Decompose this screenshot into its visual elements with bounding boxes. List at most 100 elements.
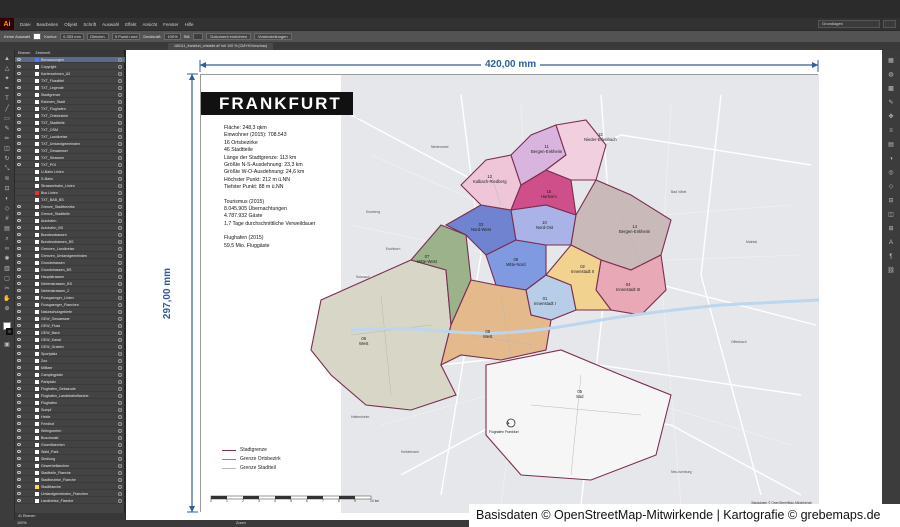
layer-target-icon[interactable] [118, 121, 122, 125]
direct-selection-tool-icon[interactable]: △ [3, 66, 11, 72]
layer-target-icon[interactable] [118, 275, 122, 279]
eye-icon[interactable] [17, 170, 21, 173]
artboard-tool-icon[interactable]: ▢ [3, 276, 11, 282]
eye-icon[interactable] [17, 184, 21, 187]
layer-target-icon[interactable] [118, 65, 122, 69]
width-tool-icon[interactable]: ≋ [3, 176, 11, 182]
layer-target-icon[interactable] [118, 135, 122, 139]
layer-row[interactable]: Bundesstrassen [15, 232, 125, 238]
eye-icon[interactable] [17, 198, 21, 201]
search-icon[interactable] [883, 20, 896, 28]
layer-target-icon[interactable] [118, 247, 122, 251]
eye-icon[interactable] [17, 58, 21, 61]
layer-row[interactable]: TXT_BAB_BS [15, 197, 125, 203]
menu-objekt[interactable]: Objekt [64, 22, 77, 27]
layer-row[interactable]: Campingplatz [15, 372, 125, 378]
tab-zeichenflaechen[interactable]: Zeichenfl. [35, 50, 51, 57]
layer-target-icon[interactable] [118, 338, 122, 342]
layer-row[interactable]: TXT_Flughafen [15, 106, 125, 112]
layer-target-icon[interactable] [118, 366, 122, 370]
layer-target-icon[interactable] [118, 408, 122, 412]
layer-target-icon[interactable] [118, 478, 122, 482]
layer-target-icon[interactable] [118, 415, 122, 419]
layer-target-icon[interactable] [118, 310, 122, 314]
layer-row[interactable]: Grenzen_Landkreise [15, 246, 125, 252]
style-select[interactable] [193, 33, 204, 40]
magic-wand-tool-icon[interactable]: ✦ [3, 76, 11, 82]
layer-row[interactable]: TXT_Stadtteile [15, 120, 125, 126]
rotate-tool-icon[interactable]: ↻ [3, 156, 11, 162]
layer-row[interactable]: Umlandgemeinden_Flaechen [15, 491, 125, 497]
eye-icon[interactable] [17, 219, 21, 222]
layer-target-icon[interactable] [118, 464, 122, 468]
layer-row[interactable]: Heide [15, 414, 125, 420]
layer-row[interactable]: Copyright [15, 64, 125, 70]
layer-target-icon[interactable] [118, 58, 122, 62]
layer-target-icon[interactable] [118, 485, 122, 489]
layer-target-icon[interactable] [118, 422, 122, 426]
layer-row[interactable]: TXT_Ortsbezirke [15, 113, 125, 119]
eye-icon[interactable] [17, 177, 21, 180]
layer-row[interactable]: Grundstrassen [15, 260, 125, 266]
eye-icon[interactable] [17, 121, 21, 124]
layer-row[interactable]: Kartenrahmen_A3 [15, 71, 125, 77]
layer-target-icon[interactable] [118, 100, 122, 104]
layer-row[interactable]: Militaer [15, 365, 125, 371]
layer-row[interactable]: Nebenstrassen_2 [15, 288, 125, 294]
layer-row[interactable]: Autobahn [15, 218, 125, 224]
color-icon[interactable]: ◍ [887, 72, 895, 79]
layer-target-icon[interactable] [118, 142, 122, 146]
eye-icon[interactable] [17, 422, 21, 425]
eye-icon[interactable] [17, 282, 21, 285]
layer-target-icon[interactable] [118, 436, 122, 440]
layer-target-icon[interactable] [118, 359, 122, 363]
eye-icon[interactable] [17, 366, 21, 369]
menu-effekt[interactable]: Effekt [125, 22, 136, 27]
eye-icon[interactable] [17, 338, 21, 341]
layer-target-icon[interactable] [118, 499, 122, 503]
eye-icon[interactable] [17, 142, 21, 145]
layer-row[interactable]: GEW_Bach [15, 330, 125, 336]
layer-target-icon[interactable] [118, 317, 122, 321]
layer-row[interactable]: GEW_Graben [15, 344, 125, 350]
layer-target-icon[interactable] [118, 429, 122, 433]
pencil-tool-icon[interactable]: ✏ [3, 136, 11, 142]
layer-target-icon[interactable] [118, 380, 122, 384]
layer-row[interactable]: Strassenbahn_Linien [15, 183, 125, 189]
document-setup-button[interactable]: Dokument einrichten [206, 33, 252, 40]
shape-builder-tool-icon[interactable]: ◐ [3, 196, 11, 202]
layer-row[interactable]: Hauptstrassen [15, 274, 125, 280]
layer-row[interactable]: Flughafen_Landebahnflaeche [15, 393, 125, 399]
layer-row[interactable]: GEW_Kanal [15, 337, 125, 343]
layer-target-icon[interactable] [118, 401, 122, 405]
eyedropper-tool-icon[interactable]: ⌕ [3, 236, 11, 242]
eye-icon[interactable] [17, 408, 21, 411]
layer-row[interactable]: TXT_Strassen [15, 155, 125, 161]
artboard[interactable]: ✈ FRANKFURT Fläche: 248,3 qkm Einwohner (… [200, 74, 819, 513]
eye-icon[interactable] [17, 226, 21, 229]
stroke-width-input[interactable]: 0,353 mm [60, 33, 84, 40]
screen-mode-icon[interactable]: ▣ [3, 342, 11, 348]
selection-tool-icon[interactable]: ▲ [3, 56, 11, 62]
paragraph-icon[interactable]: ¶ [887, 254, 895, 261]
menu-fenster[interactable]: Fenster [163, 22, 178, 27]
free-transform-tool-icon[interactable]: ⊡ [3, 186, 11, 192]
eye-icon[interactable] [17, 499, 21, 502]
pathfinder-icon[interactable]: ◫ [887, 212, 895, 219]
layer-row[interactable]: U-Bahn Linien [15, 169, 125, 175]
layer-row[interactable]: Sportplatz [15, 351, 125, 357]
layer-target-icon[interactable] [118, 268, 122, 272]
layer-row[interactable]: TXT_Gewaesser [15, 148, 125, 154]
scale-tool-icon[interactable]: ⤡ [3, 166, 11, 172]
layer-row[interactable]: Grundstrassen_BS [15, 267, 125, 273]
eye-icon[interactable] [17, 310, 21, 313]
eye-icon[interactable] [17, 268, 21, 271]
canvas[interactable]: 420,00 mm 297,00 mm ✈ FRANKFURT Fläche: … [126, 50, 882, 520]
workspace-switcher[interactable]: Grundlagen [818, 20, 880, 28]
layer-target-icon[interactable] [118, 163, 122, 167]
eye-icon[interactable] [17, 261, 21, 264]
layer-row[interactable]: Sumpf [15, 407, 125, 413]
menu-auswahl[interactable]: Auswahl [102, 22, 119, 27]
layer-row[interactable]: Bus Linien [15, 190, 125, 196]
layer-target-icon[interactable] [118, 457, 122, 461]
